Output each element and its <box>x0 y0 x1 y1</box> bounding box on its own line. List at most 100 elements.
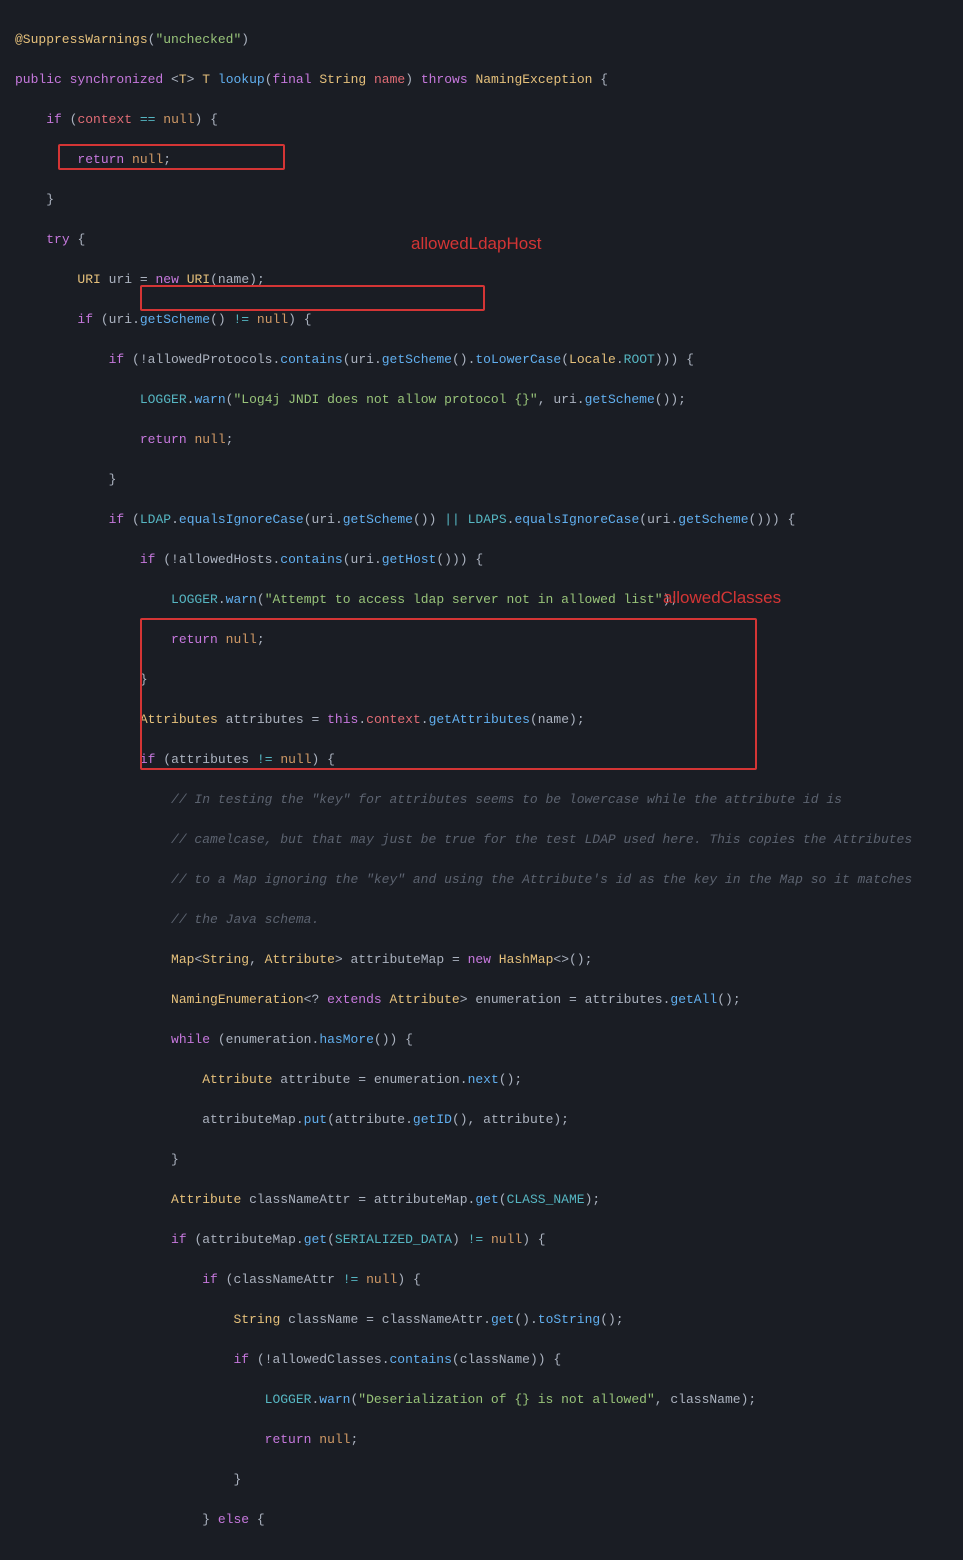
type: NamingException <box>475 72 592 87</box>
kw: return <box>265 1432 312 1447</box>
kw: if <box>171 1232 187 1247</box>
var: attributeMap <box>351 952 445 967</box>
type: Map <box>171 952 194 967</box>
op: != <box>468 1232 484 1247</box>
var: uri <box>109 272 132 287</box>
method: getID <box>413 1112 452 1127</box>
method: contains <box>280 352 342 367</box>
var: enumeration <box>226 1032 312 1047</box>
comment: // the Java schema. <box>171 912 319 927</box>
kw: new <box>155 272 178 287</box>
null: null <box>491 1232 522 1247</box>
var: className <box>460 1352 530 1367</box>
method: toString <box>538 1312 600 1327</box>
const: LOGGER <box>140 392 187 407</box>
method: contains <box>280 552 342 567</box>
kw: return <box>171 632 218 647</box>
var: allowedProtocols <box>148 352 273 367</box>
var: context <box>77 112 132 127</box>
op: != <box>234 312 250 327</box>
method: getAttributes <box>429 712 530 727</box>
null: null <box>257 312 288 327</box>
method: getScheme <box>140 312 210 327</box>
type: Attributes <box>140 712 218 727</box>
type: String <box>319 72 366 87</box>
method: toLowerCase <box>475 352 561 367</box>
method: warn <box>226 592 257 607</box>
method: next <box>468 1072 499 1087</box>
kw: if <box>109 512 125 527</box>
const: LOGGER <box>171 592 218 607</box>
var: allowedClasses <box>272 1352 381 1367</box>
var: enumeration <box>374 1072 460 1087</box>
kw: return <box>77 152 124 167</box>
var: attribute <box>483 1112 553 1127</box>
method: get <box>475 1192 498 1207</box>
method: warn <box>194 392 225 407</box>
method: get <box>304 1232 327 1247</box>
kw: return <box>140 432 187 447</box>
code-block: @SuppressWarnings("unchecked") public sy… <box>0 0 963 1560</box>
var: attributes <box>226 712 304 727</box>
null: null <box>132 152 163 167</box>
var: uri <box>351 552 374 567</box>
var: classNameAttr <box>382 1312 483 1327</box>
kw: while <box>171 1032 210 1047</box>
var: attributes <box>585 992 663 1007</box>
var: uri <box>553 392 576 407</box>
method: warn <box>319 1392 350 1407</box>
type: URI <box>187 272 210 287</box>
kw: if <box>77 312 93 327</box>
var: attribute <box>280 1072 350 1087</box>
type: String <box>202 952 249 967</box>
const: SERIALIZED_DATA <box>335 1232 452 1247</box>
method: get <box>491 1312 514 1327</box>
kw: final <box>273 72 312 87</box>
const: LDAP <box>140 512 171 527</box>
string: "Log4j JNDI does not allow protocol {}" <box>233 392 537 407</box>
var: className <box>670 1392 740 1407</box>
type: HashMap <box>499 952 554 967</box>
type: Attribute <box>171 1192 241 1207</box>
var: className <box>288 1312 358 1327</box>
method: getAll <box>670 992 717 1007</box>
var: uri <box>109 312 132 327</box>
const: LDAPS <box>468 512 507 527</box>
const: LOGGER <box>265 1392 312 1407</box>
null: null <box>226 632 257 647</box>
kw: throws <box>421 72 468 87</box>
var: attributes <box>171 752 249 767</box>
string: "Deserialization of {} is not allowed" <box>358 1392 654 1407</box>
method: contains <box>390 1352 452 1367</box>
null: null <box>194 432 225 447</box>
arg: name <box>538 712 569 727</box>
kw: extends <box>327 992 382 1007</box>
op: != <box>343 1272 359 1287</box>
method: getScheme <box>585 392 655 407</box>
kw: public synchronized <box>15 72 163 87</box>
type: String <box>233 1312 280 1327</box>
param: name <box>374 72 405 87</box>
field: context <box>366 712 421 727</box>
kw: new <box>468 952 491 967</box>
var: uri <box>312 512 335 527</box>
type: NamingEnumeration <box>171 992 304 1007</box>
annotation-arg: "unchecked" <box>155 32 241 47</box>
type: Attribute <box>202 1072 272 1087</box>
method-name: lookup <box>218 72 265 87</box>
method: equalsIgnoreCase <box>179 512 304 527</box>
null: null <box>366 1272 397 1287</box>
string: "Attempt to access ldap server not in al… <box>265 592 663 607</box>
var: uri <box>647 512 670 527</box>
kw: if <box>140 752 156 767</box>
method: getScheme <box>343 512 413 527</box>
method: getScheme <box>678 512 748 527</box>
var: attribute <box>335 1112 405 1127</box>
arg: name <box>218 272 249 287</box>
null: null <box>280 752 311 767</box>
this: this <box>327 712 358 727</box>
type: Attribute <box>389 992 459 1007</box>
comment: // to a Map ignoring the "key" and using… <box>171 872 912 887</box>
method: getHost <box>382 552 437 567</box>
const: ROOT <box>624 352 655 367</box>
